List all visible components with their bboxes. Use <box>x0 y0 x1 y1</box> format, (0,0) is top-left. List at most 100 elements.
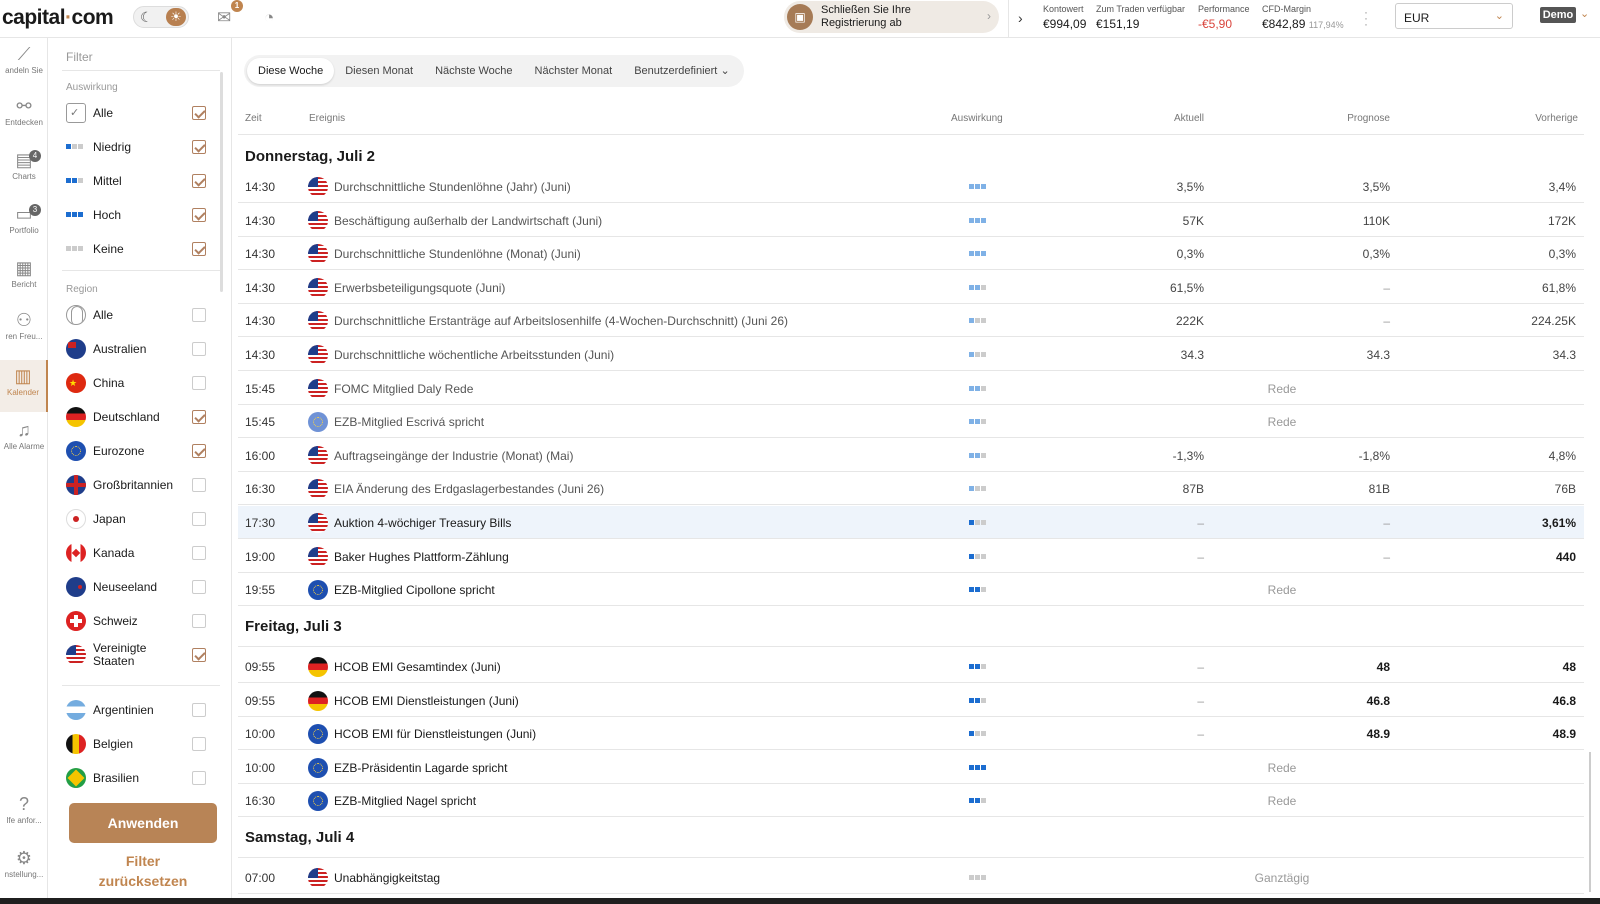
region-japan-checkbox[interactable] <box>192 512 206 526</box>
chevron-down-icon[interactable]: ⌄ <box>1580 7 1589 20</box>
region-filter-switzerland[interactable]: Schweiz <box>66 608 216 634</box>
table-row[interactable]: 14:30 Durchschnittliche Erstanträge auf A… <box>238 304 1584 337</box>
region-filter-gb[interactable]: Großbritannien <box>66 472 216 498</box>
table-row[interactable]: 16:30 EZB-Mitglied Nagel spricht Rede <box>238 784 1584 817</box>
top-header: capital·com ☾ ☀ ✉ 1 ◔ ▣ Schließen Sie Ih… <box>0 0 1600 38</box>
region-germany-checkbox[interactable] <box>192 410 206 424</box>
region-filter-china[interactable]: China <box>66 370 216 396</box>
rail-item-alerts[interactable]: ♫ Alle Alarme <box>0 420 48 464</box>
tab-next-month[interactable]: Nächster Monat <box>524 58 624 84</box>
rail-item-report[interactable]: ▦ Bericht <box>0 258 48 302</box>
rail-item-charts[interactable]: ▤ Charts 4 <box>0 150 48 194</box>
currency-select[interactable]: EUR ⌄ <box>1395 3 1513 29</box>
impact-high-checkbox[interactable] <box>192 208 206 222</box>
table-row[interactable]: 07:00 Unabhängigkeitstag Ganztägig <box>238 861 1584 894</box>
table-row[interactable]: 16:30 EIA Änderung des Erdgaslagerbestand… <box>238 472 1584 505</box>
stat-performance[interactable]: Performance -€5,90 <box>1198 4 1250 31</box>
tab-next-week[interactable]: Nächste Woche <box>424 58 523 84</box>
region-australia-checkbox[interactable] <box>192 342 206 356</box>
tab-custom[interactable]: Benutzerdefiniert ⌄ <box>623 58 740 84</box>
stat-available[interactable]: Zum Traden verfügbar €151,19 <box>1096 4 1185 31</box>
region-filter-belgium[interactable]: Belgien <box>66 731 216 757</box>
region-filter-brazil[interactable]: Brasilien <box>66 765 216 791</box>
rail-item-calendar[interactable]: ▥ Kalender <box>0 360 48 412</box>
region-brazil-checkbox[interactable] <box>192 771 206 785</box>
table-row[interactable]: 14:30 Durchschnittliche Stundenlöhne (Mon… <box>238 237 1584 270</box>
flag-nz-icon <box>66 577 86 597</box>
table-row[interactable]: 16:00 Auftragseingänge der Industrie (Mon… <box>238 439 1584 472</box>
region-filter-australia[interactable]: Australien <box>66 336 216 362</box>
tab-this-month[interactable]: Diesen Monat <box>334 58 424 84</box>
rail-item-discover[interactable]: ⚯ Entdecken <box>0 96 48 140</box>
table-row[interactable]: 15:45 EZB-Mitglied Escrivá spricht Rede <box>238 405 1584 438</box>
region-filter-eurozone[interactable]: Eurozone <box>66 438 216 464</box>
region-filter-japan[interactable]: Japan <box>66 506 216 532</box>
impact-indicator-icon <box>969 664 989 669</box>
event-name: Durchschnittliche Stundenlöhne (Jahr) (J… <box>334 180 571 194</box>
impact-medium-checkbox[interactable] <box>192 174 206 188</box>
region-filter-us[interactable]: Vereinigte Staaten <box>66 642 216 668</box>
more-icon[interactable]: · · · <box>1364 6 1368 30</box>
impact-filter-medium[interactable]: Mittel <box>66 168 216 194</box>
region-us-checkbox[interactable] <box>192 648 206 662</box>
rail-item-invite-friends[interactable]: ⚇ ren Freu... <box>0 310 48 354</box>
impact-none-checkbox[interactable] <box>192 242 206 256</box>
region-filter-argentina[interactable]: Argentinien <box>66 697 216 723</box>
demo-badge[interactable]: Demo <box>1540 7 1576 23</box>
table-row[interactable]: 17:30 Auktion 4-wöchiger Treasury Bills – –… <box>238 506 1584 539</box>
table-row[interactable]: 09:55 HCOB EMI Gesamtindex (Juni) – 48 48 <box>238 650 1584 683</box>
previous-value: 440 <box>1555 550 1576 564</box>
table-row[interactable]: 09:55 HCOB EMI Dienstleistungen (Juni) – 46… <box>238 684 1584 717</box>
region-switzerland-checkbox[interactable] <box>192 614 206 628</box>
impact-low-checkbox[interactable] <box>192 140 206 154</box>
region-filter-nz[interactable]: Neuseeland <box>66 574 216 600</box>
region-nz-checkbox[interactable] <box>192 580 206 594</box>
chevron-right-icon[interactable]: › <box>1018 10 1023 26</box>
impact-filter-all[interactable]: Alle <box>66 100 216 126</box>
table-row[interactable]: 10:00 HCOB EMI für Dienstleistungen (Juni… <box>238 717 1584 750</box>
region-all-checkbox[interactable] <box>192 308 206 322</box>
mail-icon[interactable]: ✉ <box>217 8 231 28</box>
impact-filter-low[interactable]: Niedrig <box>66 134 216 160</box>
impact-all-checkbox[interactable] <box>192 106 206 120</box>
apply-button[interactable]: Anwenden <box>69 803 217 843</box>
filter-scrollbar[interactable] <box>220 72 223 292</box>
region-eurozone-checkbox[interactable] <box>192 444 206 458</box>
region-argentina-checkbox[interactable] <box>192 703 206 717</box>
impact-medium-icon <box>66 178 86 183</box>
region-filter-all[interactable]: Alle <box>66 302 216 328</box>
rail-item-help[interactable]: ? Ife anfor... <box>0 794 48 838</box>
region-gb-checkbox[interactable] <box>192 478 206 492</box>
region-canada-checkbox[interactable] <box>192 546 206 560</box>
region-filter-germany[interactable]: Deutschland <box>66 404 216 430</box>
stat-cfd-margin[interactable]: CFD-Margin €842,89 117,94% <box>1262 4 1344 31</box>
tab-this-week[interactable]: Diese Woche <box>247 58 335 84</box>
table-row[interactable]: 19:55 EZB-Mitglied Cipollone spricht Rede <box>238 573 1584 606</box>
region-filter-canada[interactable]: Kanada <box>66 540 216 566</box>
table-row[interactable]: 19:00 Baker Hughes Plattform-Zählung – – 440 <box>238 540 1584 573</box>
table-row[interactable]: 14:30 Durchschnittliche wöchentliche Arbe… <box>238 338 1584 371</box>
table-row[interactable]: 15:45 FOMC Mitglied Daly Rede Rede <box>238 372 1584 405</box>
impact-filter-high[interactable]: Hoch <box>66 202 216 228</box>
table-row[interactable]: 14:30 Beschäftigung außerhalb der Landwir… <box>238 204 1584 237</box>
table-row[interactable]: 14:30 Erwerbsbeteiligungsquote (Juni) 61,5… <box>238 271 1584 304</box>
table-row[interactable]: 10:00 EZB-Präsidentin Lagarde spricht Rede <box>238 751 1584 784</box>
reset-filter-button[interactable]: Filter zurücksetzen <box>80 851 206 891</box>
impact-filter-none[interactable]: Keine <box>66 236 216 262</box>
pie-chart-icon[interactable]: ◔ <box>264 8 274 28</box>
registration-promo[interactable]: ▣ Schließen Sie Ihre Registrierung ab › <box>784 1 999 33</box>
stat-account-value[interactable]: Kontowert €994,09 <box>1043 4 1086 31</box>
theme-toggle[interactable]: ☾ ☀ <box>133 6 189 28</box>
impact-indicator-icon <box>969 251 989 256</box>
rail-item-portfolio[interactable]: ▭ Portfolio 3 <box>0 204 48 248</box>
table-row[interactable]: 14:30 Durchschnittliche Stundenlöhne (Jah… <box>238 170 1584 203</box>
region-china-checkbox[interactable] <box>192 376 206 390</box>
rail-item-trade[interactable]: ⟋ andeln Sie <box>0 44 48 88</box>
filter-search-input[interactable]: Filter <box>66 50 93 64</box>
region-belgium-checkbox[interactable] <box>192 737 206 751</box>
logo[interactable]: capital·com <box>2 6 114 30</box>
forecast-value: – <box>1383 281 1390 295</box>
event-time: 16:30 <box>245 794 276 808</box>
main-scrollbar[interactable] <box>1589 752 1591 892</box>
rail-item-settings[interactable]: ⚙ nstellung... <box>0 848 48 892</box>
